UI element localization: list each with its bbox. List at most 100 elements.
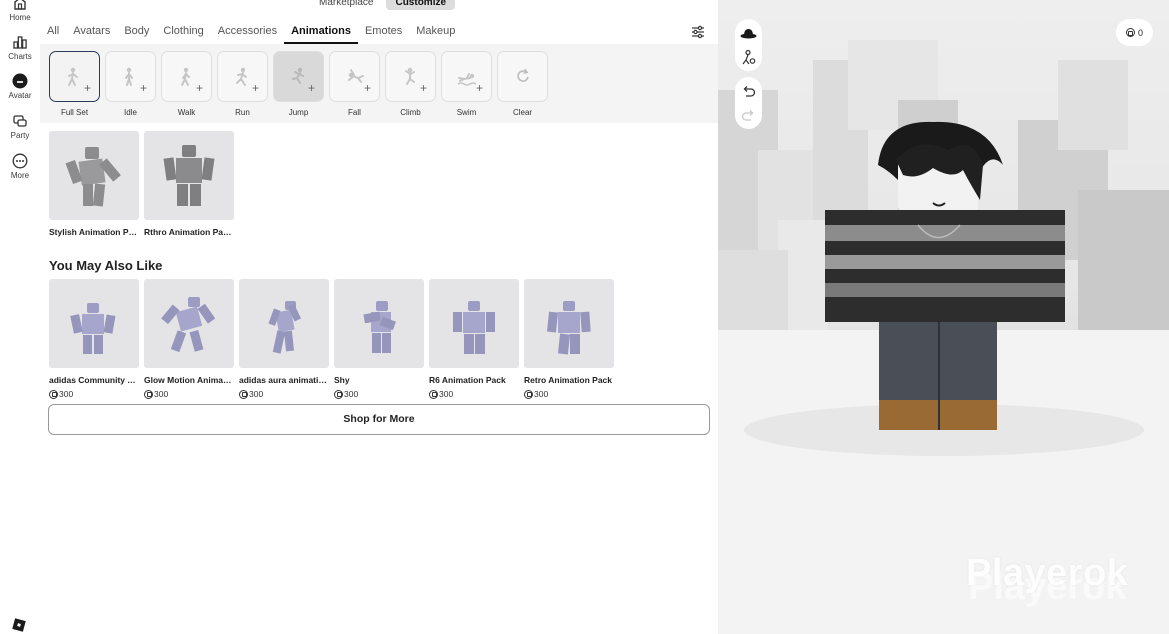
idle-icon (125, 67, 133, 86)
price-value: 300 (154, 389, 169, 399)
price-value: 300 (439, 389, 454, 399)
category-tabs: All Avatars Body Clothing Accessories An… (40, 22, 462, 44)
hat-icon[interactable] (740, 25, 757, 42)
slot-label: Idle (124, 108, 137, 117)
slot-label: Full Set (60, 108, 89, 117)
recommended-item-card[interactable]: adidas aura animation pack 300 (239, 279, 329, 399)
item-thumbnail (144, 279, 234, 368)
item-name: Retro Animation Pack (524, 375, 613, 385)
animation-slots: + Full Set + Idle + Walk + Run + Jump + … (40, 44, 718, 123)
item-thumbnail (524, 279, 614, 368)
price-value: 300 (534, 389, 549, 399)
slot-label: Walk (177, 108, 196, 117)
add-icon: + (139, 81, 147, 95)
customize-tab[interactable]: Customize (386, 0, 456, 10)
owned-item-card[interactable]: Rthro Animation Package (144, 131, 234, 237)
tab-emotes[interactable]: Emotes (358, 22, 409, 44)
fall-icon (348, 69, 364, 83)
robux-icon (144, 389, 153, 399)
figure-icon (268, 301, 302, 354)
robux-icon (429, 389, 438, 399)
tab-animations[interactable]: Animations (284, 22, 358, 44)
recommended-item-card[interactable]: adidas Community Animation Pack 300 (49, 279, 139, 399)
home-icon (14, 0, 26, 10)
avatar-viewport[interactable]: 0 Playerok Playerok (718, 0, 1169, 634)
undo-icon[interactable] (740, 83, 757, 100)
tab-makeup[interactable]: Makeup (409, 22, 462, 44)
tab-clothing[interactable]: Clothing (156, 22, 210, 44)
climb-icon (405, 67, 415, 85)
item-price: 300 (429, 389, 519, 399)
item-name: Glow Motion Animation Pack (144, 375, 234, 385)
robux-icon (49, 389, 58, 399)
add-icon: + (251, 81, 259, 95)
item-thumbnail (49, 131, 139, 220)
slot-fall[interactable]: + Fall (329, 51, 380, 117)
slot-clear[interactable]: Clear (497, 51, 548, 117)
filter-icon[interactable] (690, 24, 706, 40)
pose-icon[interactable] (740, 49, 757, 66)
redo-icon[interactable] (740, 107, 757, 124)
recommended-item-card[interactable]: Glow Motion Animation Pack 300 (144, 279, 234, 399)
walk-icon (181, 67, 190, 86)
full-set-icon (68, 67, 78, 86)
roblox-logo-icon[interactable] (12, 618, 26, 632)
nav-avatar[interactable]: Avatar (0, 73, 40, 100)
avatar-icon (12, 73, 28, 89)
marketplace-tab[interactable]: Marketplace (310, 0, 382, 10)
add-icon: + (83, 81, 91, 95)
item-thumbnail (239, 279, 329, 368)
slot-run[interactable]: + Run (217, 51, 268, 117)
nav-party[interactable]: Party (0, 113, 40, 140)
slot-jump[interactable]: + Jump (273, 51, 324, 117)
tab-body[interactable]: Body (117, 22, 156, 44)
add-icon: + (307, 81, 315, 95)
slot-swim[interactable]: + Swim (441, 51, 492, 117)
tab-accessories[interactable]: Accessories (211, 22, 284, 44)
robux-icon (239, 389, 248, 399)
shop-for-more-button[interactable]: Shop for More (48, 404, 710, 435)
owned-item-card[interactable]: Stylish Animation Pack (49, 131, 139, 237)
nav-home[interactable]: Home (0, 0, 40, 22)
slot-full-set[interactable]: + Full Set (49, 51, 100, 117)
slot-box: + (441, 51, 492, 102)
jump-icon (292, 67, 304, 84)
nav-more[interactable]: More (0, 153, 40, 180)
slot-idle[interactable]: + Idle (105, 51, 156, 117)
nav-charts[interactable]: Charts (0, 34, 40, 61)
slot-climb[interactable]: + Climb (385, 51, 436, 117)
more-icon (12, 153, 28, 169)
item-thumbnail (334, 279, 424, 368)
slot-box: + (49, 51, 100, 102)
tab-avatars[interactable]: Avatars (66, 22, 117, 44)
item-thumbnail (49, 279, 139, 368)
charts-icon (13, 36, 27, 49)
item-price: 300 (334, 389, 424, 399)
figure-icon (161, 297, 216, 353)
slot-label: Fall (348, 108, 361, 117)
tab-all[interactable]: All (40, 22, 66, 44)
robux-balance-value: 0 (1137, 27, 1143, 38)
figure-icon (363, 301, 396, 353)
slot-box (497, 51, 548, 102)
add-icon: + (475, 81, 483, 95)
nav-party-label: Party (10, 131, 30, 140)
item-name: Stylish Animation Pack (49, 227, 139, 237)
watermark: Playerok (966, 552, 1129, 594)
slot-box: + (385, 51, 436, 102)
item-thumbnail (429, 279, 519, 368)
mode-switch: Marketplace Customize (310, 0, 456, 10)
recommended-item-card[interactable]: Shy 300 (334, 279, 424, 399)
slot-box: + (105, 51, 156, 102)
recommended-item-card[interactable]: Retro Animation Pack 300 (524, 279, 614, 399)
figure-icon (70, 303, 116, 354)
price-value: 300 (344, 389, 359, 399)
slot-label: Climb (400, 108, 421, 117)
recommended-item-card[interactable]: R6 Animation Pack 300 (429, 279, 519, 399)
price-value: 300 (249, 389, 264, 399)
robux-balance[interactable]: 0 (1116, 19, 1153, 46)
item-price: 300 (524, 389, 614, 399)
robux-icon (1125, 28, 1135, 37)
nav-charts-label: Charts (8, 52, 32, 61)
slot-walk[interactable]: + Walk (161, 51, 212, 117)
